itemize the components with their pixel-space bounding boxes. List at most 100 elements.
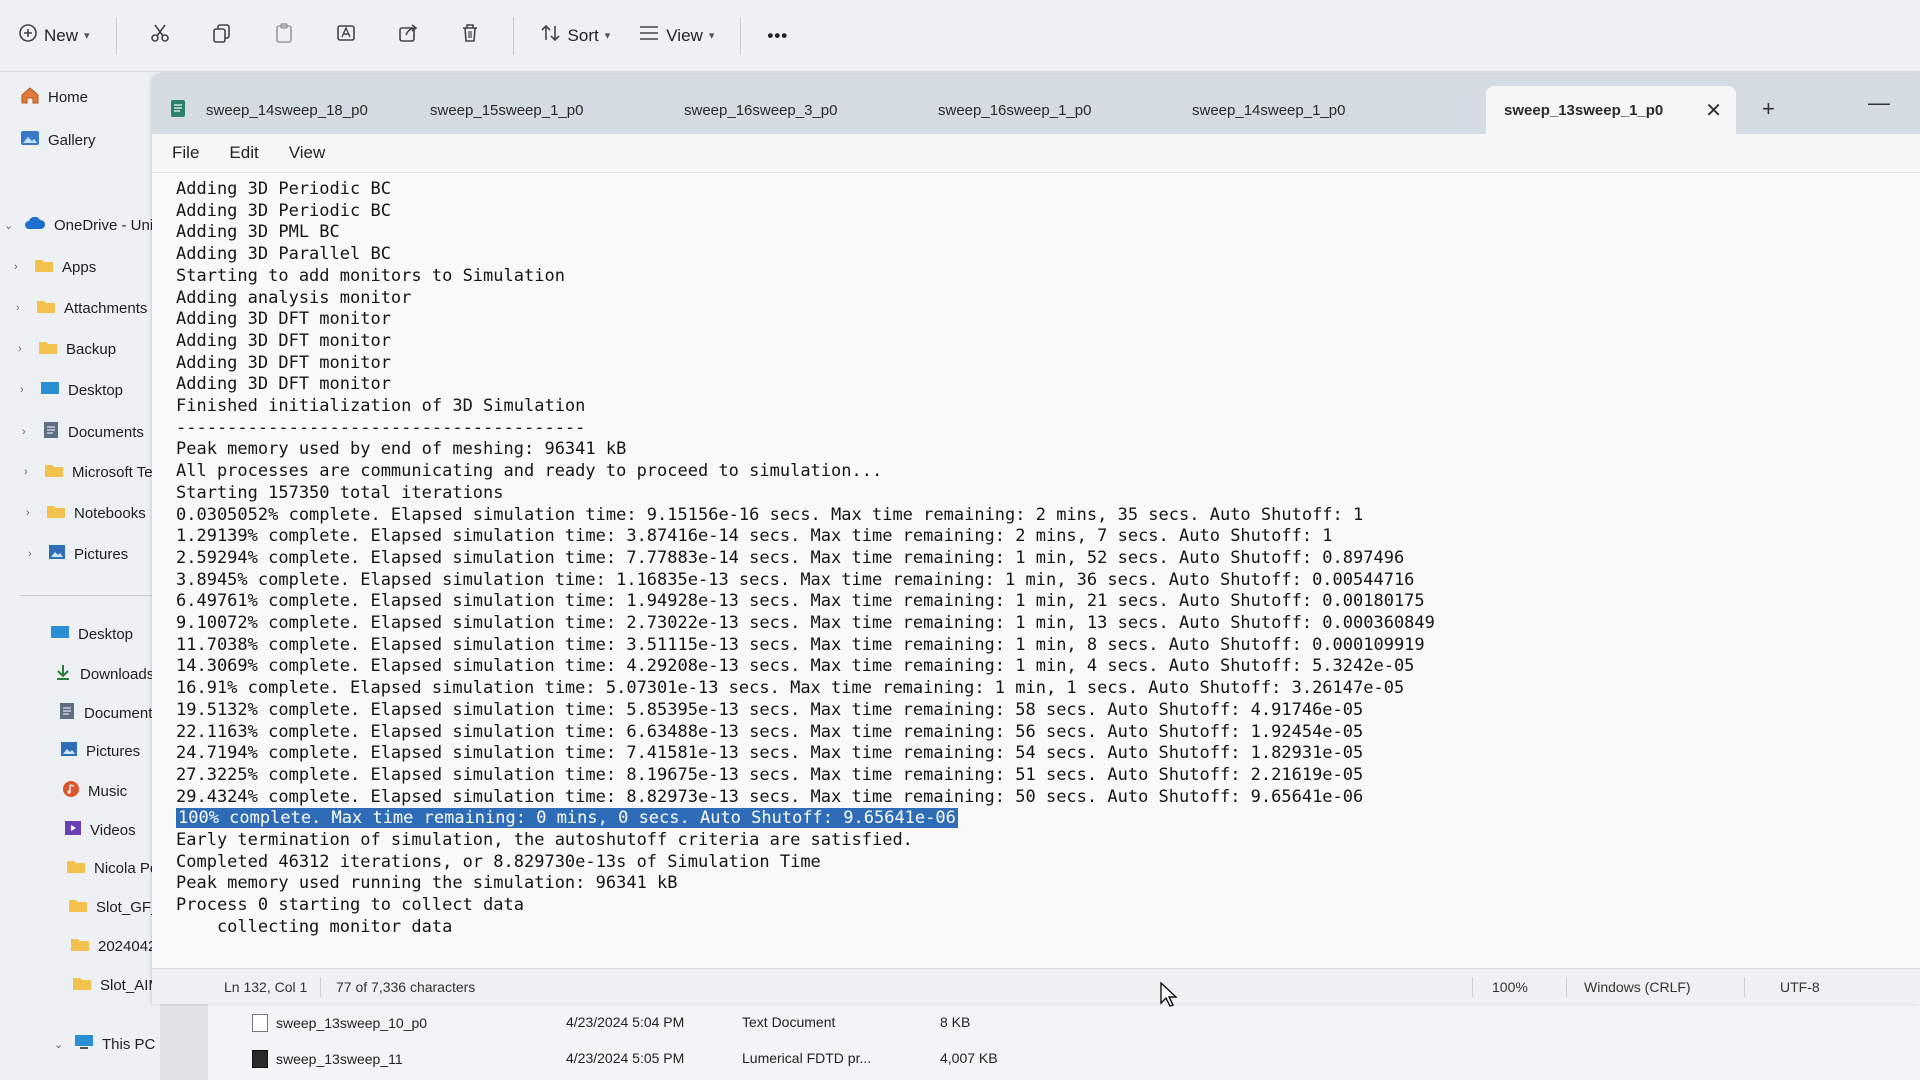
line-ending[interactable]: Windows (CRLF) [1584, 979, 1691, 995]
music-icon [62, 780, 80, 802]
delete-button[interactable] [439, 14, 501, 58]
sidebar-item-label: Pictures [86, 742, 141, 760]
pictures-icon [48, 544, 66, 564]
document-icon [42, 421, 60, 443]
sidebar-item-label: Desktop [78, 625, 134, 643]
menu-file[interactable]: File [172, 143, 199, 163]
sidebar-item-label: Notebooks [74, 504, 146, 522]
text-line: All processes are communicating and read… [176, 461, 883, 482]
text-line: 6.49761% complete. Elapsed simulation ti… [176, 591, 1425, 612]
share-button[interactable] [377, 14, 439, 58]
sidebar-item-onedrive[interactable]: ⌄ OneDrive - Univ [4, 216, 161, 234]
tab-sweep-14sweep-18-p0[interactable]: sweep_14sweep_18_p0 [152, 86, 402, 134]
notepad-icon [170, 98, 186, 122]
file-type: Lumerical FDTD pr... [742, 1050, 872, 1066]
zoom-level[interactable]: 100% [1492, 979, 1528, 995]
tab-sweep-16sweep-3-p0[interactable]: sweep_16sweep_3_p0 [666, 86, 916, 134]
quick-access-videos[interactable]: Videos 📌 [64, 819, 190, 841]
sidebar-item-microsoft-teams[interactable]: › Microsoft Tea [24, 462, 161, 482]
sidebar-item-pictures[interactable]: › Pictures [28, 544, 128, 564]
sidebar-item-label: Music [88, 782, 128, 800]
chevron-down-icon: ▾ [604, 30, 611, 42]
sidebar-item-label: Home [48, 88, 89, 106]
folder-icon [70, 936, 90, 956]
sidebar-item-this-pc[interactable]: ⌄ This PC [54, 1034, 155, 1054]
encoding[interactable]: UTF-8 [1780, 979, 1820, 995]
minimize-button[interactable]: — [1868, 90, 1890, 116]
tab-sweep-16sweep-1-p0[interactable]: sweep_16sweep_1_p0 [920, 86, 1170, 134]
sidebar-item-apps[interactable]: › Apps [14, 257, 96, 277]
sort-button[interactable]: Sort ▾ [526, 14, 625, 58]
menu-bar: File Edit View [152, 134, 1920, 172]
sidebar-item-desktop[interactable]: › Desktop [20, 380, 123, 400]
cursor-position: Ln 132, Col 1 [224, 979, 308, 995]
rename-button[interactable] [315, 14, 377, 58]
text-line: Adding 3D PML BC [176, 222, 340, 243]
menu-view[interactable]: View [289, 143, 326, 163]
quick-access-documents[interactable]: Documents 📌 [58, 702, 190, 724]
desktop-icon [50, 624, 70, 644]
file-type: Text Document [742, 1014, 836, 1030]
file-name: sweep_13sweep_10_p0 [276, 1015, 428, 1031]
text-line: Completed 46312 iterations, or 8.829730e… [176, 851, 821, 872]
folder-icon [38, 339, 58, 359]
text-line: Starting 157350 total iterations [176, 482, 504, 503]
text-line: Adding 3D DFT monitor [176, 352, 391, 373]
text-line: Process 0 starting to collect data [176, 895, 524, 916]
toolbar-divider [740, 16, 742, 55]
toolbar-divider [512, 16, 514, 55]
table-row[interactable]: sweep_13sweep_11 4/23/2024 5:05 PM Lumer… [208, 1042, 1920, 1078]
sidebar-item-notebooks[interactable]: › Notebooks [26, 503, 146, 523]
table-row[interactable]: sweep_13sweep_10_p0 4/23/2024 5:04 PM Te… [208, 1006, 1920, 1042]
text-line: 24.7194% complete. Elapsed simulation ti… [176, 743, 1364, 764]
file-name-cell: sweep_13sweep_11 [252, 1050, 403, 1068]
clipboard-icon [273, 22, 295, 49]
file-name-cell: sweep_13sweep_10_p0 [252, 1014, 427, 1032]
tab-label: sweep_13sweep_1_p0 [1504, 101, 1664, 119]
status-divider [1472, 977, 1473, 997]
chevron-right-icon: › [18, 343, 22, 355]
status-divider [1744, 977, 1745, 997]
sidebar-item-label: Documents [68, 423, 144, 441]
cut-button[interactable] [129, 14, 191, 58]
quick-access-downloads[interactable]: Downloads 📌 [54, 663, 184, 685]
view-button[interactable]: View ▾ [624, 14, 728, 58]
text-line: Adding 3D DFT monitor [176, 309, 391, 330]
tab-sweep-15sweep-1-p0[interactable]: sweep_15sweep_1_p0 [412, 86, 662, 134]
sidebar-item-gallery[interactable]: Gallery [20, 129, 96, 151]
trash-icon [459, 22, 481, 49]
text-line: 11.7038% complete. Elapsed simulation ti… [176, 634, 1425, 655]
desktop-icon [40, 380, 60, 400]
sidebar-item-label: This PC [102, 1035, 156, 1053]
new-tab-button[interactable]: + [1762, 96, 1775, 122]
menu-edit[interactable]: Edit [229, 143, 258, 163]
cloud-icon [24, 216, 46, 234]
folder-icon [46, 503, 66, 523]
copy-button[interactable] [191, 14, 253, 58]
quick-access-desktop[interactable]: Desktop 📌 [50, 624, 182, 644]
new-button[interactable]: New ▾ [4, 14, 104, 58]
chevron-right-icon: › [24, 466, 28, 478]
tab-sweep-14sweep-1-p0[interactable]: sweep_14sweep_1_p0 [1174, 86, 1424, 134]
quick-access-pictures[interactable]: Pictures 📌 [60, 741, 188, 761]
text-line: 2.59294% complete. Elapsed simulation ti… [176, 547, 1405, 568]
view-label: View [666, 25, 703, 45]
tab-sweep-13sweep-1-p0[interactable]: sweep_13sweep_1_p0 ✕ [1486, 86, 1736, 134]
sidebar-item-home[interactable]: Home [20, 86, 88, 108]
sidebar-item-attachments[interactable]: › Attachments [16, 298, 147, 318]
more-options-button[interactable]: ••• [753, 14, 802, 58]
text-line: 9.10072% complete. Elapsed simulation ti… [176, 613, 1435, 633]
sort-icon [540, 23, 562, 48]
sidebar-item-documents[interactable]: › Documents [22, 421, 144, 443]
quick-access-music[interactable]: Music 📌 [62, 780, 188, 802]
close-tab-icon[interactable]: ✕ [1705, 98, 1722, 123]
rename-icon [335, 22, 357, 49]
paste-button[interactable] [253, 14, 315, 58]
text-line: 16.91% complete. Elapsed simulation time… [176, 678, 1405, 699]
text-editor[interactable]: Adding 3D Periodic BC Adding 3D Periodic … [152, 172, 1920, 968]
text-line: Peak memory used running the simulation:… [176, 873, 678, 894]
scissors-icon [149, 22, 171, 49]
text-line: 14.3069% complete. Elapsed simulation ti… [176, 656, 1415, 677]
more-icon: ••• [767, 25, 789, 45]
sidebar-item-backup[interactable]: › Backup [18, 339, 116, 359]
